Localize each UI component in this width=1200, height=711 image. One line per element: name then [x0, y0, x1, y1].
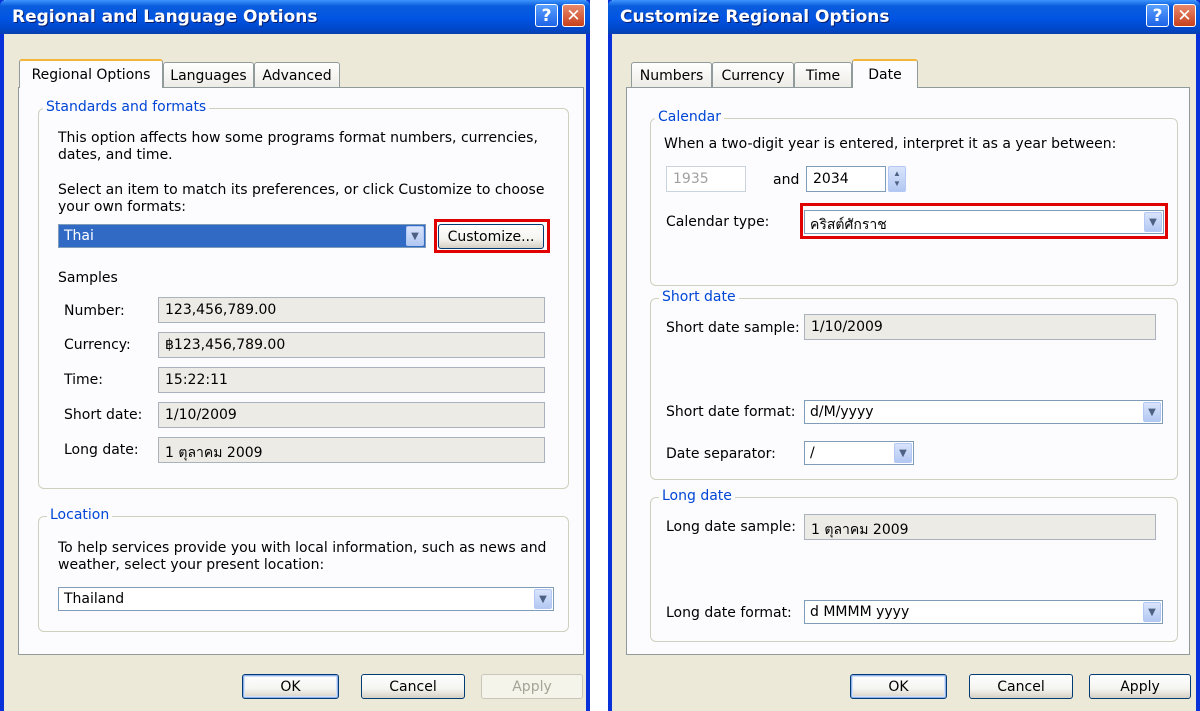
ok-button[interactable]: OK: [850, 674, 947, 699]
location-dropdown[interactable]: Thailand ▼: [58, 587, 554, 611]
long-date-format-combo[interactable]: d MMMM yyyy ▼: [804, 600, 1163, 624]
customize-regional-options-dialog: Customize Regional Options ? ✕ Numbers C…: [608, 0, 1200, 711]
short-date-format-label: Short date format:: [666, 404, 796, 420]
tab-currency[interactable]: Currency: [712, 62, 794, 88]
chevron-down-icon[interactable]: ▼: [406, 226, 424, 246]
sample-number: 123,456,789.00: [158, 297, 545, 323]
calendar-type-dropdown[interactable]: คริสต์ศักราช ▼: [804, 210, 1164, 234]
tab-numbers[interactable]: Numbers: [631, 62, 712, 88]
title-bar[interactable]: Regional and Language Options ? ✕: [0, 0, 590, 34]
spin-down-icon[interactable]: ▼: [893, 179, 901, 189]
short-date-sample: 1/10/2009: [804, 314, 1156, 340]
long-date-format-label: Long date format:: [666, 605, 792, 621]
chevron-down-icon[interactable]: ▼: [1144, 212, 1162, 232]
locale-value: Thai: [64, 228, 94, 244]
select-prompt: Select an item to match its preferences,…: [58, 182, 545, 215]
dialog-title: Regional and Language Options: [12, 7, 318, 27]
short-date-format-value: d/M/yyyy: [810, 404, 874, 420]
chevron-down-icon[interactable]: ▼: [534, 589, 552, 609]
sample-long-date: 1 ตุลาคม 2009: [158, 437, 545, 463]
year-spinner[interactable]: ▲ ▼: [888, 166, 906, 192]
chevron-down-icon[interactable]: ▼: [1143, 602, 1161, 622]
tab-regional-options[interactable]: Regional Options: [19, 59, 163, 88]
ok-button[interactable]: OK: [242, 674, 339, 699]
location-group: Location: [38, 507, 569, 632]
standards-description: This option affects how some programs fo…: [58, 130, 538, 163]
tab-advanced[interactable]: Advanced: [254, 62, 340, 88]
dialog-title: Customize Regional Options: [620, 7, 890, 27]
group-label: Long date: [659, 488, 735, 504]
title-bar[interactable]: Customize Regional Options ? ✕: [608, 0, 1200, 34]
group-label: Calendar: [655, 109, 724, 125]
chevron-down-icon[interactable]: ▼: [1143, 402, 1161, 422]
sample-label-number: Number:: [64, 303, 125, 319]
group-label: Standards and formats: [43, 99, 210, 115]
sample-short-date: 1/10/2009: [158, 402, 545, 428]
year-from-field: 1935: [666, 166, 746, 192]
location-value: Thailand: [64, 591, 125, 607]
sample-currency: ฿123,456,789.00: [158, 332, 545, 358]
long-date-sample: 1 ตุลาคม 2009: [804, 514, 1156, 540]
group-label: Location: [47, 507, 113, 523]
close-icon[interactable]: ✕: [562, 4, 585, 27]
date-separator-value: /: [810, 445, 815, 461]
year-to-field[interactable]: 2034: [806, 166, 886, 192]
cancel-button[interactable]: Cancel: [969, 674, 1073, 699]
tab-languages[interactable]: Languages: [163, 62, 254, 88]
calendar-description: When a two-digit year is entered, interp…: [664, 136, 1117, 152]
apply-button[interactable]: Apply: [1089, 674, 1191, 699]
sample-time: 15:22:11: [158, 367, 545, 393]
location-description: To help services provide you with local …: [58, 540, 547, 573]
help-icon[interactable]: ?: [535, 4, 558, 27]
group-label: Short date: [659, 289, 739, 305]
sample-label-short-date: Short date:: [64, 407, 143, 423]
calendar-type-label: Calendar type:: [666, 214, 770, 230]
sample-label-currency: Currency:: [64, 337, 131, 353]
locale-dropdown[interactable]: Thai ▼: [58, 224, 426, 248]
samples-label: Samples: [58, 270, 118, 286]
sample-label-time: Time:: [64, 372, 103, 388]
and-label: and: [773, 172, 800, 188]
spin-up-icon[interactable]: ▲: [893, 169, 901, 179]
calendar-type-value: คริสต์ศักราช: [810, 217, 887, 233]
tab-date[interactable]: Date: [852, 59, 918, 88]
short-date-sample-label: Short date sample:: [666, 320, 800, 336]
customize-button[interactable]: Customize...: [438, 224, 544, 249]
regional-language-options-dialog: Regional and Language Options ? ✕ Region…: [0, 0, 590, 711]
short-date-format-combo[interactable]: d/M/yyyy ▼: [804, 400, 1163, 424]
tab-time[interactable]: Time: [794, 62, 852, 88]
date-separator-label: Date separator:: [666, 446, 776, 462]
date-separator-combo[interactable]: / ▼: [804, 441, 914, 465]
sample-label-long-date: Long date:: [64, 442, 139, 458]
cancel-button[interactable]: Cancel: [361, 674, 465, 699]
long-date-sample-label: Long date sample:: [666, 519, 796, 535]
help-icon[interactable]: ?: [1146, 4, 1169, 27]
long-date-format-value: d MMMM yyyy: [810, 604, 910, 620]
close-icon[interactable]: ✕: [1173, 4, 1196, 27]
apply-button[interactable]: Apply: [481, 674, 583, 699]
chevron-down-icon[interactable]: ▼: [894, 443, 912, 463]
